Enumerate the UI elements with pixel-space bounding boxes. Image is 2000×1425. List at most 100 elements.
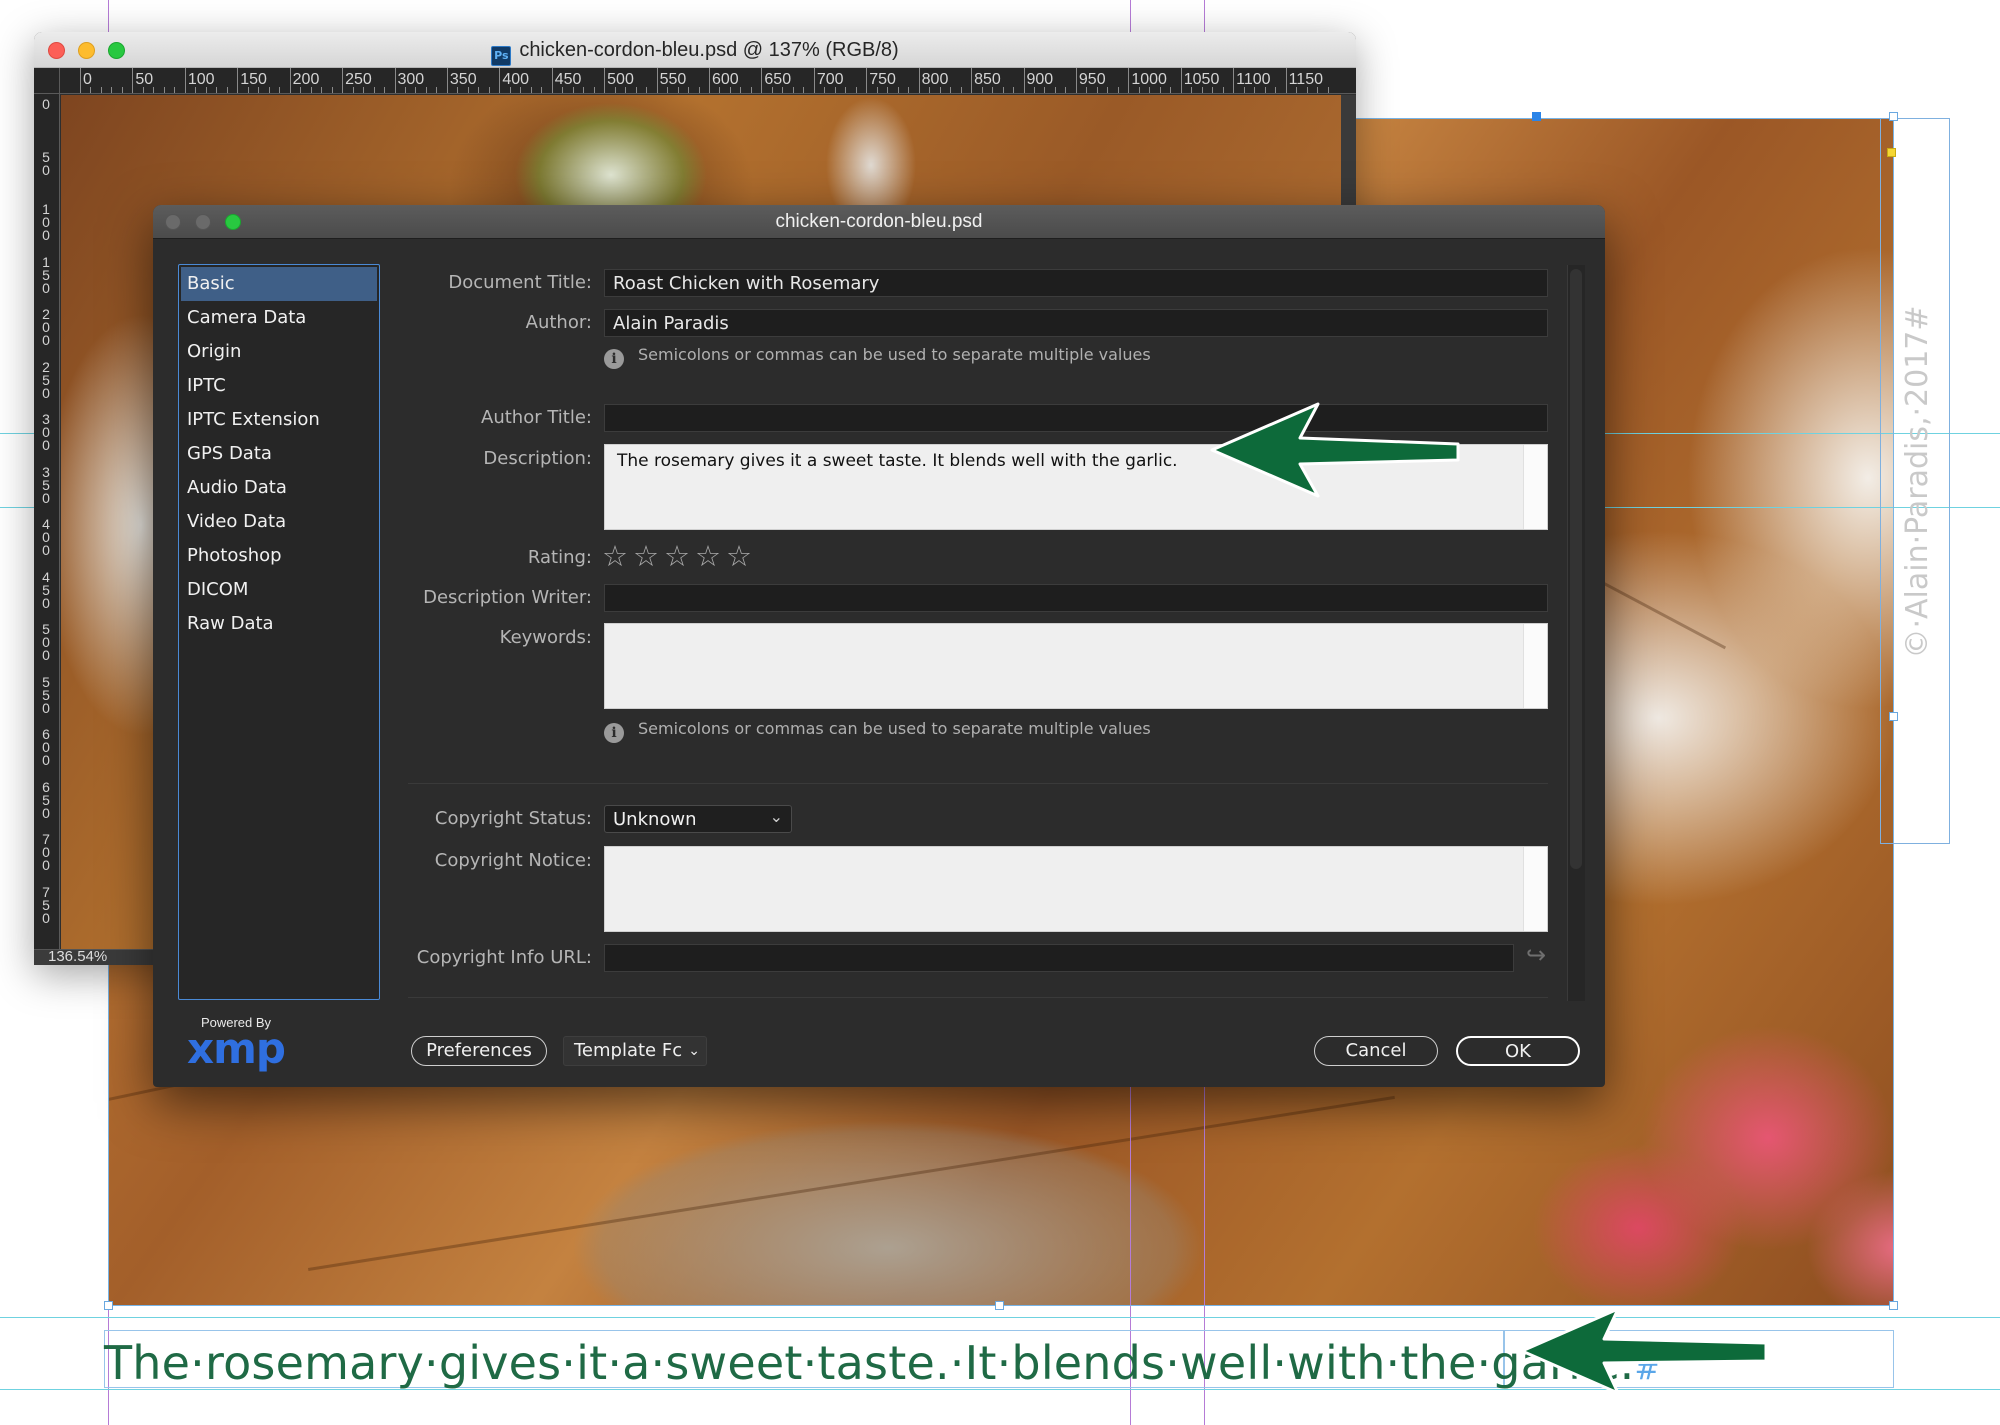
ruler-tick: [289, 68, 291, 93]
ruler-minor-tick: [425, 87, 427, 93]
section-divider: [408, 997, 1548, 998]
copyright-url-input[interactable]: [604, 944, 1514, 972]
ruler-label: 200: [292, 71, 320, 88]
photoshop-file-icon: Ps: [491, 46, 512, 66]
dialog-title: chicken-cordon-bleu.psd: [775, 211, 983, 232]
ruler-minor-tick: [541, 87, 543, 93]
minimize-dialog-button[interactable]: [195, 214, 211, 230]
cancel-button[interactable]: Cancel: [1314, 1036, 1438, 1066]
nav-item-raw-data[interactable]: Raw Data: [179, 607, 379, 641]
ps-titlebar[interactable]: Ps chicken-cordon-bleu.psd @ 137% (RGB/8): [34, 32, 1356, 68]
template-folder-dropdown[interactable]: Template Fc ⌄: [563, 1036, 707, 1066]
nav-item-origin[interactable]: Origin: [179, 335, 379, 369]
preferences-button[interactable]: Preferences: [411, 1036, 547, 1066]
description-scrollbar[interactable]: [1523, 445, 1547, 529]
close-window-button[interactable]: [48, 42, 65, 59]
horizontal-ruler[interactable]: 0 50 100 150 200 250 300 350 400 450 500 550 600 650 7…: [60, 68, 1356, 94]
ruler-tick: [1023, 68, 1025, 93]
ok-button[interactable]: OK: [1456, 1036, 1580, 1066]
ruler-label: 400: [42, 516, 50, 558]
frame-handle[interactable]: [1889, 1301, 1898, 1310]
ruler-tick: [761, 68, 763, 93]
chevron-down-icon: ⌄: [688, 1043, 700, 1059]
ruler-label: 600: [42, 726, 50, 768]
nav-item-iptc-extension[interactable]: IPTC Extension: [179, 403, 379, 437]
category-list[interactable]: Basic Camera Data Origin IPTC IPTC Extension…: [178, 264, 380, 1000]
ruler-label: 150: [240, 71, 267, 88]
ruler-minor-tick: [792, 87, 794, 93]
ruler-minor-tick: [111, 87, 113, 93]
keywords-hint: i Semicolons or commas can be used to sep…: [604, 719, 1151, 743]
document-title-input[interactable]: Roast Chicken with Rosemary: [604, 269, 1548, 297]
ruler-minor-tick: [897, 87, 899, 93]
ruler-minor-tick: [436, 87, 438, 93]
nav-item-basic[interactable]: Basic: [181, 267, 377, 301]
ruler-minor-tick: [268, 87, 270, 93]
copyright-url-label: Copyright Info URL:: [416, 947, 592, 968]
frame-handle[interactable]: [1532, 112, 1541, 121]
nav-item-iptc[interactable]: IPTC: [179, 369, 379, 403]
form-scrollbar[interactable]: [1567, 265, 1585, 1001]
basic-metadata-form: Document Title: Roast Chicken with Rosem…: [408, 257, 1548, 1007]
ruler-label: 250: [42, 358, 50, 401]
ruler-minor-tick: [803, 87, 805, 93]
ruler-tick: [1233, 68, 1235, 93]
description-writer-label: Description Writer:: [423, 587, 592, 608]
copyright-notice-scrollbar[interactable]: [1523, 847, 1547, 931]
ruler-label: 550: [42, 673, 50, 716]
description-arrow-icon: [1210, 402, 1460, 498]
ruler-label: 250: [345, 71, 372, 88]
frame-handle[interactable]: [995, 1301, 1004, 1310]
vertical-ruler[interactable]: 0 50 100 150 200 250 300 350 400 450 500 550 600 650 7…: [34, 94, 60, 965]
ruler-minor-tick: [321, 87, 323, 93]
ruler-minor-tick: [583, 87, 585, 93]
nav-item-dicom[interactable]: DICOM: [179, 573, 379, 607]
author-hint: i Semicolons or commas can be used to sep…: [604, 345, 1151, 369]
keywords-scrollbar[interactable]: [1523, 624, 1547, 708]
ruler-origin[interactable]: [34, 68, 60, 94]
nav-item-gps-data[interactable]: GPS Data: [179, 437, 379, 471]
ruler-minor-tick: [174, 87, 176, 93]
ruler-minor-tick: [530, 87, 532, 93]
ruler-tick: [80, 68, 81, 93]
caption-text-frame[interactable]: The·rosemary·gives·it·a·sweet·taste.·It·…: [104, 1336, 1660, 1392]
keywords-textarea[interactable]: [604, 623, 1548, 709]
author-input[interactable]: Alain Paradis: [604, 309, 1548, 337]
nav-item-audio-data[interactable]: Audio Data: [179, 471, 379, 505]
ruler-label: 650: [42, 778, 50, 821]
photo-credit[interactable]: ©·Alain·Paradis,·2017#: [1880, 122, 1950, 842]
close-dialog-button[interactable]: [165, 214, 181, 230]
zoom-dialog-button[interactable]: [225, 214, 241, 230]
ruler-label: 1050: [1183, 71, 1220, 88]
minimize-window-button[interactable]: [78, 42, 95, 59]
ruler-minor-tick: [121, 87, 123, 93]
nav-item-camera-data[interactable]: Camera Data: [179, 301, 379, 335]
ruler-minor-tick: [855, 87, 857, 93]
frame-handle[interactable]: [1889, 112, 1898, 121]
file-info-dialog[interactable]: chicken-cordon-bleu.psd Basic Camera Data…: [153, 205, 1605, 1087]
form-scroll-thumb[interactable]: [1570, 269, 1582, 869]
copyright-notice-label: Copyright Notice:: [434, 850, 592, 871]
dialog-titlebar[interactable]: chicken-cordon-bleu.psd: [153, 205, 1605, 239]
ruler-minor-tick: [1013, 87, 1015, 93]
copyright-status-select[interactable]: Unknown ⌄: [604, 805, 792, 833]
ruler-tick: [1285, 68, 1287, 93]
ruler-minor-tick: [279, 87, 281, 93]
nav-item-video-data[interactable]: Video Data: [179, 505, 379, 539]
chevron-down-icon: ⌄: [769, 807, 783, 826]
ruler-minor-tick: [1275, 87, 1277, 93]
copyright-notice-textarea[interactable]: [604, 846, 1548, 932]
zoom-window-button[interactable]: [108, 42, 125, 59]
rating-stars[interactable]: ☆☆☆☆☆: [602, 541, 757, 571]
ruler-minor-tick: [950, 87, 952, 93]
ruler-tick: [971, 68, 973, 93]
ruler-tick: [656, 68, 658, 93]
caption-text: The·rosemary·gives·it·a·sweet·taste.·It·…: [104, 1336, 1635, 1390]
ruler-minor-tick: [331, 87, 333, 93]
description-writer-input[interactable]: [604, 584, 1548, 612]
frame-handle[interactable]: [104, 1301, 113, 1310]
ruler-label: 300: [42, 411, 50, 453]
nav-item-photoshop[interactable]: Photoshop: [179, 539, 379, 573]
zoom-level[interactable]: 136.54%: [48, 948, 107, 965]
open-url-icon[interactable]: ↪: [1526, 941, 1546, 969]
